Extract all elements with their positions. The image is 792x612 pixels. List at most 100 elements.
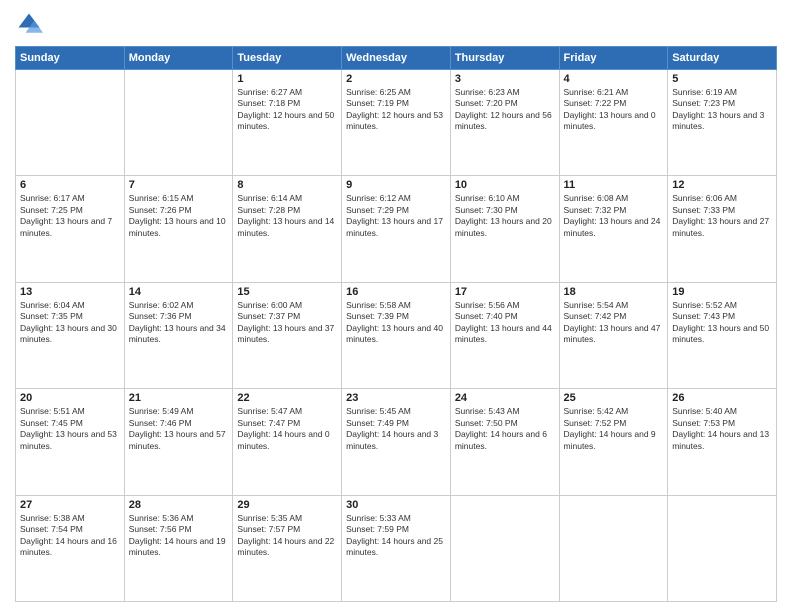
weekday-header-wednesday: Wednesday [342, 47, 451, 70]
calendar-cell: 27Sunrise: 5:38 AM Sunset: 7:54 PM Dayli… [16, 495, 125, 601]
weekday-header-thursday: Thursday [450, 47, 559, 70]
calendar-cell: 10 Sunrise: 6:10 AM Sunset: 7:30 PM Dayli… [450, 176, 559, 282]
day-number: 30 [346, 499, 446, 511]
calendar-cell: 30 Sunrise: 5:33 AM Sunset: 7:59 PM Dayli… [342, 495, 451, 601]
day-number: 26 [672, 392, 772, 404]
day-number: 12 [672, 179, 772, 191]
calendar-cell: 5 Sunrise: 6:19 AM Sunset: 7:23 PM Daylig… [668, 70, 777, 176]
day-number: 20 [20, 392, 120, 404]
day-number: 7 [129, 179, 229, 191]
day-number: 17 [455, 286, 555, 298]
logo-icon [15, 10, 43, 38]
day-number: 3 [455, 73, 555, 85]
day-number: 18 [564, 286, 664, 298]
calendar-cell: 4 Sunrise: 6:21 AM Sunset: 7:22 PM Daylig… [559, 70, 668, 176]
week-row-1: 1Sunrise: 6:27 AM Sunset: 7:18 PM Daylig… [16, 70, 777, 176]
week-row-4: 20 Sunrise: 5:51 AM Sunset: 7:45 PM Dayli… [16, 389, 777, 495]
header [15, 10, 777, 38]
day-info: Sunrise: 5:58 AM Sunset: 7:39 PM Dayligh… [346, 300, 446, 346]
day-number: 2 [346, 73, 446, 85]
calendar-cell: 29Sunrise: 5:35 AM Sunset: 7:57 PM Dayli… [233, 495, 342, 601]
day-info: Sunrise: 5:47 AM Sunset: 7:47 PM Dayligh… [237, 406, 337, 452]
day-number: 23 [346, 392, 446, 404]
day-info: Sunrise: 5:35 AM Sunset: 7:57 PM Dayligh… [237, 513, 337, 559]
weekday-header-monday: Monday [124, 47, 233, 70]
day-info: Sunrise: 6:23 AM Sunset: 7:20 PM Dayligh… [455, 87, 555, 133]
day-number: 4 [564, 73, 664, 85]
calendar-cell: 9 Sunrise: 6:12 AM Sunset: 7:29 PM Daylig… [342, 176, 451, 282]
calendar-cell: 16 Sunrise: 5:58 AM Sunset: 7:39 PM Dayli… [342, 282, 451, 388]
day-number: 24 [455, 392, 555, 404]
calendar-cell: 13 Sunrise: 6:04 AM Sunset: 7:35 PM Dayli… [16, 282, 125, 388]
calendar-cell: 23Sunrise: 5:45 AM Sunset: 7:49 PM Dayli… [342, 389, 451, 495]
weekday-header-sunday: Sunday [16, 47, 125, 70]
week-row-2: 6Sunrise: 6:17 AM Sunset: 7:25 PM Daylig… [16, 176, 777, 282]
calendar-cell: 15 Sunrise: 6:00 AM Sunset: 7:37 PM Dayli… [233, 282, 342, 388]
day-info: Sunrise: 5:52 AM Sunset: 7:43 PM Dayligh… [672, 300, 772, 346]
day-number: 25 [564, 392, 664, 404]
day-info: Sunrise: 6:17 AM Sunset: 7:25 PM Dayligh… [20, 193, 120, 239]
calendar-cell: 11 Sunrise: 6:08 AM Sunset: 7:32 PM Dayli… [559, 176, 668, 282]
calendar-cell: 24 Sunrise: 5:43 AM Sunset: 7:50 PM Dayli… [450, 389, 559, 495]
day-info: Sunrise: 6:15 AM Sunset: 7:26 PM Dayligh… [129, 193, 229, 239]
day-number: 11 [564, 179, 664, 191]
day-info: Sunrise: 5:49 AM Sunset: 7:46 PM Dayligh… [129, 406, 229, 452]
day-info: Sunrise: 6:10 AM Sunset: 7:30 PM Dayligh… [455, 193, 555, 239]
day-info: Sunrise: 6:12 AM Sunset: 7:29 PM Dayligh… [346, 193, 446, 239]
calendar-cell: 26 Sunrise: 5:40 AM Sunset: 7:53 PM Dayli… [668, 389, 777, 495]
logo [15, 10, 47, 38]
day-number: 19 [672, 286, 772, 298]
day-number: 10 [455, 179, 555, 191]
calendar-cell: 3 Sunrise: 6:23 AM Sunset: 7:20 PM Daylig… [450, 70, 559, 176]
day-info: Sunrise: 6:04 AM Sunset: 7:35 PM Dayligh… [20, 300, 120, 346]
day-info: Sunrise: 5:43 AM Sunset: 7:50 PM Dayligh… [455, 406, 555, 452]
calendar-cell [450, 495, 559, 601]
calendar-cell: 6Sunrise: 6:17 AM Sunset: 7:25 PM Daylig… [16, 176, 125, 282]
day-info: Sunrise: 5:33 AM Sunset: 7:59 PM Dayligh… [346, 513, 446, 559]
day-number: 9 [346, 179, 446, 191]
calendar-cell: 14Sunrise: 6:02 AM Sunset: 7:36 PM Dayli… [124, 282, 233, 388]
day-number: 15 [237, 286, 337, 298]
weekday-header-tuesday: Tuesday [233, 47, 342, 70]
day-info: Sunrise: 6:27 AM Sunset: 7:18 PM Dayligh… [237, 87, 337, 133]
day-info: Sunrise: 5:38 AM Sunset: 7:54 PM Dayligh… [20, 513, 120, 559]
weekday-header-saturday: Saturday [668, 47, 777, 70]
calendar-cell: 28Sunrise: 5:36 AM Sunset: 7:56 PM Dayli… [124, 495, 233, 601]
calendar-cell: 18Sunrise: 5:54 AM Sunset: 7:42 PM Dayli… [559, 282, 668, 388]
calendar-cell: 20 Sunrise: 5:51 AM Sunset: 7:45 PM Dayli… [16, 389, 125, 495]
week-row-5: 27Sunrise: 5:38 AM Sunset: 7:54 PM Dayli… [16, 495, 777, 601]
day-info: Sunrise: 5:51 AM Sunset: 7:45 PM Dayligh… [20, 406, 120, 452]
day-number: 21 [129, 392, 229, 404]
day-number: 16 [346, 286, 446, 298]
day-info: Sunrise: 6:06 AM Sunset: 7:33 PM Dayligh… [672, 193, 772, 239]
calendar-cell: 25 Sunrise: 5:42 AM Sunset: 7:52 PM Dayli… [559, 389, 668, 495]
calendar-cell [124, 70, 233, 176]
day-info: Sunrise: 5:42 AM Sunset: 7:52 PM Dayligh… [564, 406, 664, 452]
calendar-cell [668, 495, 777, 601]
calendar-cell: 17 Sunrise: 5:56 AM Sunset: 7:40 PM Dayli… [450, 282, 559, 388]
day-info: Sunrise: 6:00 AM Sunset: 7:37 PM Dayligh… [237, 300, 337, 346]
day-info: Sunrise: 6:02 AM Sunset: 7:36 PM Dayligh… [129, 300, 229, 346]
day-info: Sunrise: 6:08 AM Sunset: 7:32 PM Dayligh… [564, 193, 664, 239]
calendar-cell: 2 Sunrise: 6:25 AM Sunset: 7:19 PM Daylig… [342, 70, 451, 176]
day-number: 22 [237, 392, 337, 404]
day-info: Sunrise: 5:40 AM Sunset: 7:53 PM Dayligh… [672, 406, 772, 452]
day-info: Sunrise: 6:25 AM Sunset: 7:19 PM Dayligh… [346, 87, 446, 133]
day-number: 5 [672, 73, 772, 85]
calendar-cell: 21 Sunrise: 5:49 AM Sunset: 7:46 PM Dayli… [124, 389, 233, 495]
calendar-cell: 8Sunrise: 6:14 AM Sunset: 7:28 PM Daylig… [233, 176, 342, 282]
day-number: 8 [237, 179, 337, 191]
weekday-header-friday: Friday [559, 47, 668, 70]
calendar-cell [559, 495, 668, 601]
page: SundayMondayTuesdayWednesdayThursdayFrid… [0, 0, 792, 612]
calendar-cell: 1Sunrise: 6:27 AM Sunset: 7:18 PM Daylig… [233, 70, 342, 176]
calendar-table: SundayMondayTuesdayWednesdayThursdayFrid… [15, 46, 777, 602]
day-info: Sunrise: 6:19 AM Sunset: 7:23 PM Dayligh… [672, 87, 772, 133]
day-info: Sunrise: 6:21 AM Sunset: 7:22 PM Dayligh… [564, 87, 664, 133]
day-info: Sunrise: 5:36 AM Sunset: 7:56 PM Dayligh… [129, 513, 229, 559]
calendar-cell: 19 Sunrise: 5:52 AM Sunset: 7:43 PM Dayli… [668, 282, 777, 388]
day-info: Sunrise: 5:56 AM Sunset: 7:40 PM Dayligh… [455, 300, 555, 346]
calendar-cell: 22 Sunrise: 5:47 AM Sunset: 7:47 PM Dayli… [233, 389, 342, 495]
day-number: 13 [20, 286, 120, 298]
calendar-cell: 12 Sunrise: 6:06 AM Sunset: 7:33 PM Dayli… [668, 176, 777, 282]
